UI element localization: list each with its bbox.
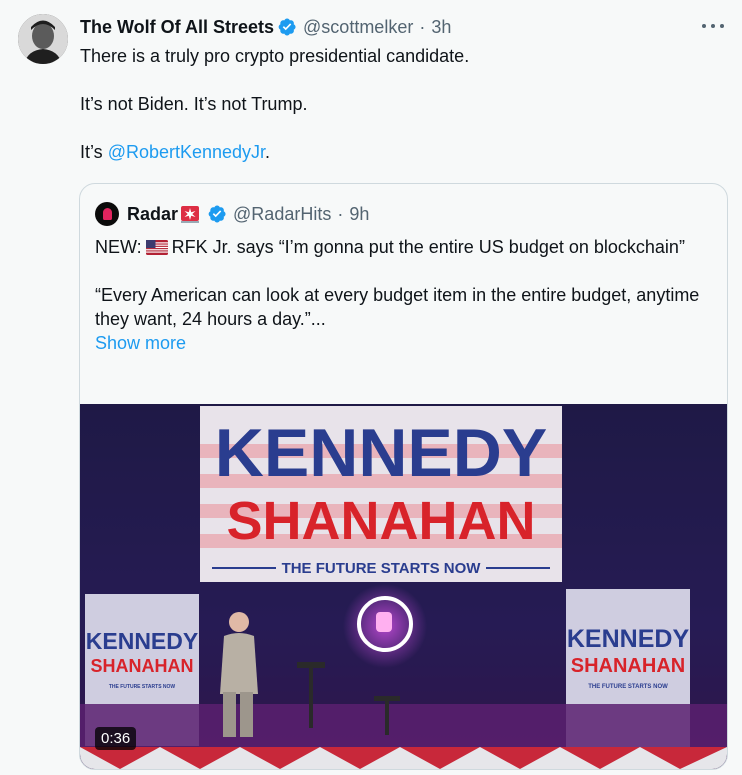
- mention-link[interactable]: @RobertKennedyJr: [108, 142, 265, 162]
- quoted-prefix: NEW:: [95, 237, 142, 257]
- separator-dot: ·: [337, 203, 344, 224]
- quoted-tweet-text: NEW: RFK Jr. says “I’m gonna put the enti…: [95, 235, 715, 355]
- left-banner-tagline: THE FUTURE STARTS NOW: [109, 684, 176, 690]
- author-handle[interactable]: @scottmelker: [303, 17, 413, 38]
- tweet-line: It’s @RobertKennedyJr.: [80, 140, 720, 164]
- quoted-author-avatar[interactable]: [95, 202, 119, 226]
- banner-line1: KENNEDY: [215, 415, 548, 491]
- tweet[interactable]: The Wolf Of All Streets @scottmelker · 3…: [0, 0, 742, 775]
- tweet-header: The Wolf Of All Streets @scottmelker · 3…: [80, 15, 451, 39]
- quoted-paragraph: NEW: RFK Jr. says “I’m gonna put the enti…: [95, 235, 715, 259]
- quoted-author-name[interactable]: Radar: [127, 204, 178, 225]
- quoted-paragraph: “Every American can look at every budget…: [95, 285, 700, 329]
- show-more-link[interactable]: Show more: [95, 333, 186, 353]
- quoted-author-handle[interactable]: @RadarHits: [233, 204, 331, 225]
- right-banner-line2: SHANAHAN: [571, 655, 685, 677]
- separator-dot: ·: [419, 16, 426, 37]
- avatar-image: [18, 14, 68, 64]
- tweet-text: There is a truly pro crypto presidential…: [80, 44, 720, 164]
- left-banner-line1: KENNEDY: [86, 628, 198, 654]
- quoted-tweet[interactable]: Radar @RadarHits · 9h NEW: RFK Jr. says “…: [79, 183, 728, 770]
- stage-bunting: [80, 747, 727, 769]
- author-avatar[interactable]: [18, 14, 68, 64]
- verified-badge-icon[interactable]: [207, 204, 227, 224]
- tweet-line: There is a truly pro crypto presidential…: [80, 46, 470, 66]
- tweet-line-prefix: It’s: [80, 142, 108, 162]
- quoted-tweet-time[interactable]: 9h: [349, 204, 369, 225]
- verified-badge-icon[interactable]: [277, 17, 297, 37]
- us-flag-emoji-icon: [145, 240, 168, 255]
- more-options-icon[interactable]: [702, 14, 724, 38]
- tweet-line: It’s not Biden. It’s not Trump.: [80, 94, 308, 114]
- quoted-tweet-header: Radar @RadarHits · 9h: [95, 202, 369, 226]
- author-name[interactable]: The Wolf Of All Streets: [80, 17, 274, 38]
- video-duration: 0:36: [95, 727, 137, 750]
- video-player[interactable]: KENNEDY SHANAHAN THE FUTURE STARTS NOW K…: [80, 404, 727, 769]
- left-banner-line2: SHANAHAN: [91, 656, 194, 676]
- right-banner-tagline: THE FUTURE STARTS NOW: [588, 684, 668, 690]
- tweet-line-suffix: .: [265, 142, 271, 162]
- banner-tagline: THE FUTURE STARTS NOW: [282, 560, 482, 577]
- tweet-time[interactable]: 3h: [431, 17, 451, 38]
- siren-emoji-icon: [181, 206, 200, 223]
- banner-line2: SHANAHAN: [227, 491, 536, 551]
- quoted-body: RFK Jr. says “I’m gonna put the entire U…: [171, 237, 685, 257]
- video-frame: KENNEDY SHANAHAN THE FUTURE STARTS NOW K…: [80, 404, 727, 769]
- right-banner-line1: KENNEDY: [567, 625, 690, 653]
